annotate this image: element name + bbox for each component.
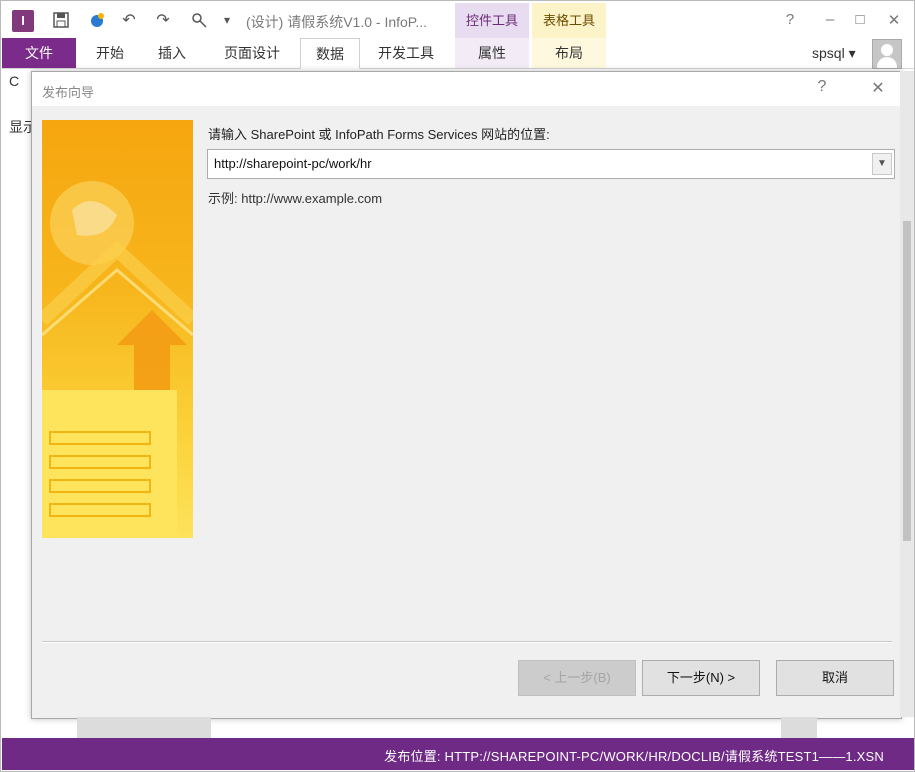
next-button[interactable]: 下一步(N) > xyxy=(642,660,760,696)
site-location-value[interactable]: http://sharepoint-pc/work/hr xyxy=(214,156,372,171)
tab-properties[interactable]: 属性 xyxy=(455,38,529,68)
dialog-title-bar: 发布向导 ? ✕ xyxy=(32,72,901,106)
redo-icon[interactable]: ↷ xyxy=(152,8,174,32)
dialog-title: 发布向导 xyxy=(42,85,95,100)
context-tab-group-table-tools: 表格工具 xyxy=(532,3,606,38)
minimize-icon[interactable]: – xyxy=(818,11,842,28)
chevron-down-icon[interactable]: ▼ xyxy=(872,153,892,175)
dialog-close-button[interactable]: ✕ xyxy=(866,78,890,98)
publish-wizard-dialog: 发布向导 ? ✕ 请输入 SharePoint 或 InfoPath Forms… xyxy=(31,71,902,719)
close-window-button[interactable]: ✕ xyxy=(882,11,906,29)
site-location-combobox[interactable]: http://sharepoint-pc/work/hr ▼ xyxy=(207,149,895,179)
example-hint-text: 示例: http://www.example.com xyxy=(208,191,383,206)
help-button[interactable]: ? xyxy=(778,11,802,28)
dialog-help-button[interactable]: ? xyxy=(810,78,834,96)
vertical-scrollbar[interactable] xyxy=(900,71,914,717)
location-prompt-label: 请输入 SharePoint 或 InfoPath Forms Services… xyxy=(208,127,550,142)
tab-data[interactable]: 数据 xyxy=(300,38,360,69)
dialog-divider xyxy=(42,641,892,643)
ribbon-tabs: 文件 开始 插入 页面设计 数据 开发工具 属性 布局 spsql ▾ xyxy=(2,38,914,69)
avatar[interactable] xyxy=(872,39,902,69)
scrollbar-thumb[interactable] xyxy=(903,221,911,541)
document-title: (设计) 请假系统V1.0 - InfoP... xyxy=(246,14,428,30)
wizard-banner-image xyxy=(42,120,193,538)
tab-page-design[interactable]: 页面设计 xyxy=(210,38,294,68)
preview-icon[interactable] xyxy=(86,8,108,32)
infopath-app-icon: I xyxy=(12,10,34,32)
save-icon[interactable] xyxy=(50,8,72,32)
undo-icon[interactable]: ↶ xyxy=(118,8,140,32)
tab-developer[interactable]: 开发工具 xyxy=(366,38,446,68)
tab-file[interactable]: 文件 xyxy=(2,38,76,68)
context-tab-group-control-tools: 控件工具 xyxy=(455,3,529,38)
background-stub-text: C xyxy=(9,73,20,89)
user-account-menu[interactable]: spsql ▾ xyxy=(812,45,856,62)
cancel-button[interactable]: 取消 xyxy=(776,660,894,696)
title-bar: I ↶ ↷ ▾ (设计) 请假系统V1.0 - InfoP... 控件工具 表格… xyxy=(2,2,914,38)
status-bar: 发布位置: HTTP://SHAREPOINT-PC/WORK/HR/DOCLI… xyxy=(2,738,914,770)
publish-icon[interactable] xyxy=(188,8,210,32)
tab-layout[interactable]: 布局 xyxy=(532,38,606,68)
restore-button[interactable]: □ xyxy=(848,11,872,28)
quick-access-more-icon[interactable]: ▾ xyxy=(220,8,234,32)
publish-location-status: 发布位置: HTTP://SHAREPOINT-PC/WORK/HR/DOCLI… xyxy=(384,749,884,764)
application-window: I ↶ ↷ ▾ (设计) 请假系统V1.0 - InfoP... 控件工具 表格… xyxy=(0,0,915,772)
background-panel-edge xyxy=(781,717,817,738)
tab-insert[interactable]: 插入 xyxy=(144,38,200,68)
background-panel-edge xyxy=(77,717,211,738)
tab-home[interactable]: 开始 xyxy=(82,38,138,68)
back-button[interactable]: < 上一步(B) xyxy=(518,660,636,696)
